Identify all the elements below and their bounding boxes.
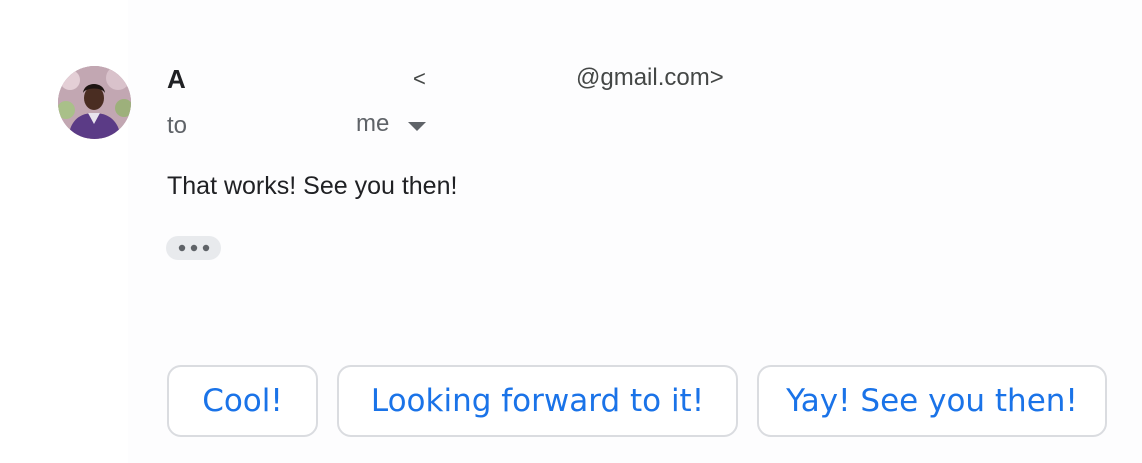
- recipients-details-button[interactable]: [406, 120, 428, 132]
- ellipsis-icon: [178, 244, 209, 252]
- sender-email-open-bracket: <: [413, 66, 426, 91]
- message-body: That works! See you then!: [167, 172, 458, 200]
- recipient-me: me: [356, 110, 390, 137]
- smart-reply-button[interactable]: Yay! See you then!: [757, 365, 1107, 437]
- avatar-photo-icon: [58, 66, 131, 139]
- show-trimmed-content-button[interactable]: [166, 236, 221, 260]
- sender-name[interactable]: A: [167, 64, 186, 95]
- smart-reply-button[interactable]: Cool!: [167, 365, 318, 437]
- recipients-prefix: to: [167, 112, 188, 139]
- caret-down-icon: [408, 122, 426, 131]
- sender-email-domain: @gmail.com>: [576, 64, 724, 91]
- smart-reply-button[interactable]: Looking forward to it!: [337, 365, 738, 437]
- sender-avatar[interactable]: [58, 66, 131, 139]
